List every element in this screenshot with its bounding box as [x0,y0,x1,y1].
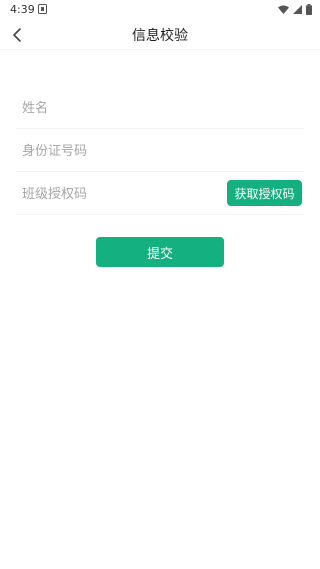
get-auth-code-button[interactable]: 获取授权码 [227,180,302,206]
auth-code-row: 获取授权码 [16,172,304,215]
submit-button[interactable]: 提交 [96,237,224,267]
page-title: 信息校验 [132,28,188,44]
id-number-row [16,129,304,172]
name-row [16,86,304,129]
signal-icon [293,5,302,14]
name-input[interactable] [22,98,222,118]
verification-form: 获取授权码 [16,86,304,215]
status-time: 4:39 [10,3,35,16]
header: 信息校验 [0,20,320,50]
notification-icon [38,4,47,14]
status-bar: 4:39 [0,0,320,20]
wifi-icon [278,5,289,14]
id-number-input[interactable] [22,141,222,161]
battery-icon [306,4,312,15]
auth-code-input[interactable] [22,184,202,204]
status-icons [278,4,312,15]
